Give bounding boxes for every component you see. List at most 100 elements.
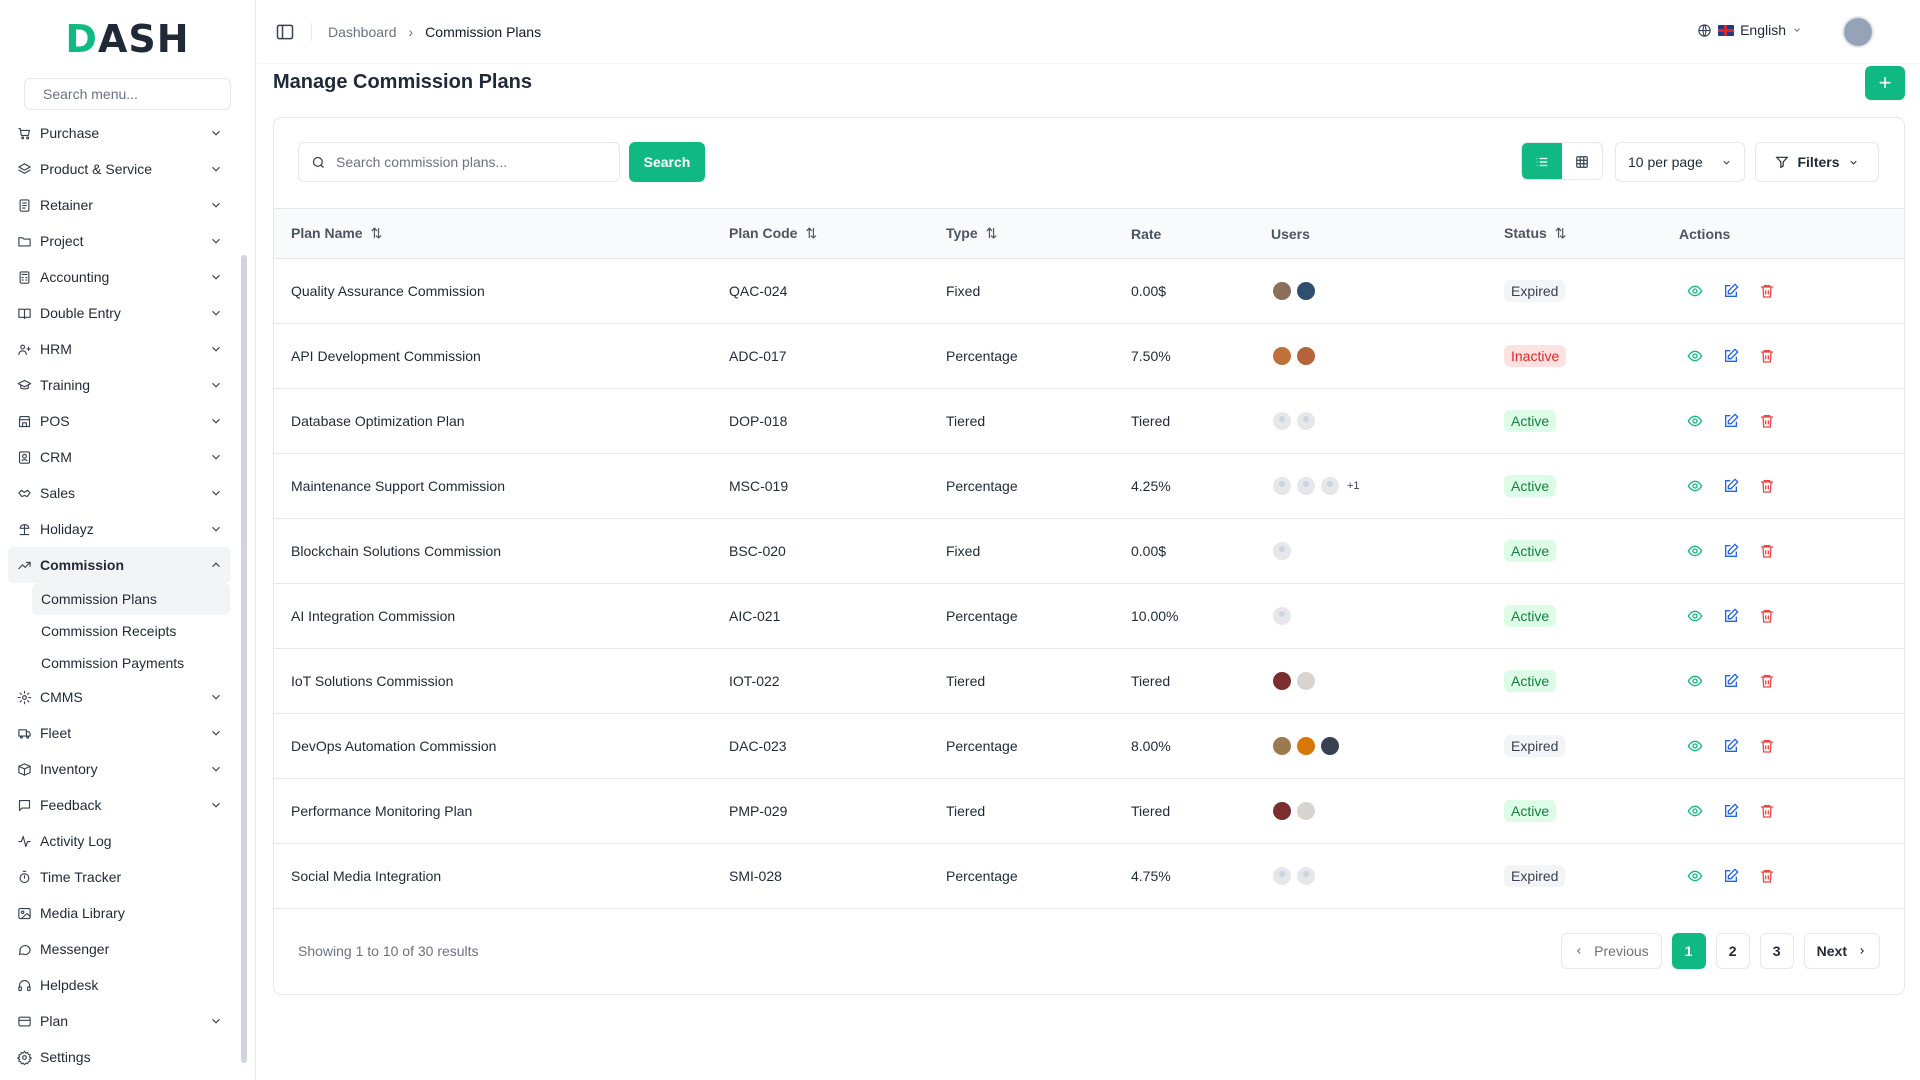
placeholder-avatar[interactable]	[1271, 865, 1293, 887]
edit-icon[interactable]	[1723, 478, 1739, 494]
grid-view-button[interactable]	[1562, 143, 1602, 179]
chevron-down-icon[interactable]	[209, 234, 223, 248]
sidebar-item-pos[interactable]: POS	[8, 403, 231, 439]
placeholder-avatar[interactable]	[1295, 410, 1317, 432]
view-icon[interactable]	[1687, 543, 1703, 559]
sidebar-item-training[interactable]: Training	[8, 367, 231, 403]
chevron-down-icon[interactable]	[209, 270, 223, 284]
plan-search-box[interactable]	[298, 142, 620, 182]
page-2-button[interactable]: 2	[1715, 933, 1750, 969]
view-icon[interactable]	[1687, 608, 1703, 624]
more-users-count[interactable]: +1	[1347, 480, 1360, 492]
sidebar-item-time-tracker[interactable]: Time Tracker	[8, 859, 231, 895]
sidebar-search-input[interactable]	[43, 86, 223, 102]
edit-icon[interactable]	[1723, 868, 1739, 884]
sort-icon[interactable]: ⇅	[1555, 225, 1567, 242]
avatar[interactable]	[1295, 280, 1317, 302]
chevron-down-icon[interactable]	[209, 342, 223, 356]
sidebar-item-feedback[interactable]: Feedback	[8, 787, 231, 823]
edit-icon[interactable]	[1723, 673, 1739, 689]
placeholder-avatar[interactable]	[1319, 475, 1341, 497]
sidebar-scrollbar[interactable]	[241, 255, 247, 1063]
avatar[interactable]	[1271, 345, 1293, 367]
view-icon[interactable]	[1687, 673, 1703, 689]
plan-search-input[interactable]	[336, 154, 606, 170]
sidebar-item-retainer[interactable]: Retainer	[8, 187, 231, 223]
page-1-button[interactable]: 1	[1671, 933, 1706, 969]
sidebar-item-crm[interactable]: CRM	[8, 439, 231, 475]
delete-icon[interactable]	[1759, 608, 1775, 624]
column-status[interactable]: Status ⇅	[1504, 209, 1679, 259]
view-icon[interactable]	[1687, 803, 1703, 819]
column-plan-code[interactable]: Plan Code ⇅	[729, 209, 946, 259]
column-plan-name[interactable]: Plan Name ⇅	[274, 209, 729, 259]
edit-icon[interactable]	[1723, 413, 1739, 429]
sidebar-item-settings[interactable]: Settings	[8, 1039, 231, 1075]
sidebar-item-hrm[interactable]: HRM	[8, 331, 231, 367]
chevron-down-icon[interactable]	[209, 1014, 223, 1028]
view-icon[interactable]	[1687, 868, 1703, 884]
sidebar-subitem-commission-receipts[interactable]: Commission Receipts	[8, 615, 231, 647]
sidebar-item-holidayz[interactable]: Holidayz	[8, 511, 231, 547]
chevron-down-icon[interactable]	[209, 306, 223, 320]
avatar[interactable]	[1271, 280, 1293, 302]
delete-icon[interactable]	[1759, 673, 1775, 689]
chevron-up-icon[interactable]	[209, 558, 223, 572]
avatar[interactable]	[1295, 800, 1317, 822]
delete-icon[interactable]	[1759, 478, 1775, 494]
avatar[interactable]	[1295, 670, 1317, 692]
sidebar-item-inventory[interactable]: Inventory	[8, 751, 231, 787]
chevron-down-icon[interactable]	[209, 162, 223, 176]
chevron-down-icon[interactable]	[209, 450, 223, 464]
next-button[interactable]: Next	[1803, 933, 1880, 969]
chevron-down-icon[interactable]	[209, 198, 223, 212]
edit-icon[interactable]	[1723, 803, 1739, 819]
edit-icon[interactable]	[1723, 608, 1739, 624]
chevron-down-icon[interactable]	[209, 486, 223, 500]
placeholder-avatar[interactable]	[1271, 540, 1293, 562]
view-icon[interactable]	[1687, 413, 1703, 429]
placeholder-avatar[interactable]	[1271, 475, 1293, 497]
sidebar-item-helpdesk[interactable]: Helpdesk	[8, 967, 231, 1003]
page-3-button[interactable]: 3	[1759, 933, 1794, 969]
chevron-down-icon[interactable]	[209, 126, 223, 140]
edit-icon[interactable]	[1723, 348, 1739, 364]
sidebar-subitem-commission-payments[interactable]: Commission Payments	[8, 647, 231, 679]
sidebar-item-sales[interactable]: Sales	[8, 475, 231, 511]
sort-icon[interactable]: ⇅	[371, 225, 383, 242]
list-view-button[interactable]	[1522, 143, 1562, 179]
sidebar-item-cmms[interactable]: CMMS	[8, 679, 231, 715]
placeholder-avatar[interactable]	[1271, 605, 1293, 627]
delete-icon[interactable]	[1759, 543, 1775, 559]
search-button[interactable]: Search	[629, 142, 705, 182]
chevron-down-icon[interactable]	[209, 798, 223, 812]
sidebar-toggle-icon[interactable]	[275, 22, 295, 42]
avatar[interactable]	[1295, 345, 1317, 367]
delete-icon[interactable]	[1759, 738, 1775, 754]
placeholder-avatar[interactable]	[1271, 410, 1293, 432]
sidebar-item-project[interactable]: Project	[8, 223, 231, 259]
sidebar-item-commission[interactable]: Commission	[8, 547, 231, 583]
previous-button[interactable]: Previous	[1561, 933, 1662, 969]
chevron-down-icon[interactable]	[209, 690, 223, 704]
sort-icon[interactable]: ⇅	[986, 225, 998, 242]
filters-button[interactable]: Filters	[1755, 142, 1879, 182]
sidebar-item-product-service[interactable]: Product & Service	[8, 151, 231, 187]
placeholder-avatar[interactable]	[1295, 865, 1317, 887]
language-selector[interactable]: English	[1697, 22, 1802, 38]
column-type[interactable]: Type ⇅	[946, 209, 1131, 259]
delete-icon[interactable]	[1759, 868, 1775, 884]
edit-icon[interactable]	[1723, 283, 1739, 299]
avatar[interactable]	[1271, 670, 1293, 692]
sidebar-item-messenger[interactable]: Messenger	[8, 931, 231, 967]
sidebar-item-purchase[interactable]: Purchase	[8, 115, 231, 151]
breadcrumb-dashboard[interactable]: Dashboard	[328, 24, 397, 40]
user-avatar[interactable]	[1842, 16, 1874, 48]
delete-icon[interactable]	[1759, 803, 1775, 819]
sidebar-search[interactable]	[24, 78, 231, 110]
per-page-select[interactable]: 10 per page	[1615, 142, 1745, 182]
add-plan-button[interactable]: +	[1865, 66, 1905, 100]
sidebar-item-activity-log[interactable]: Activity Log	[8, 823, 231, 859]
placeholder-avatar[interactable]	[1295, 475, 1317, 497]
edit-icon[interactable]	[1723, 543, 1739, 559]
